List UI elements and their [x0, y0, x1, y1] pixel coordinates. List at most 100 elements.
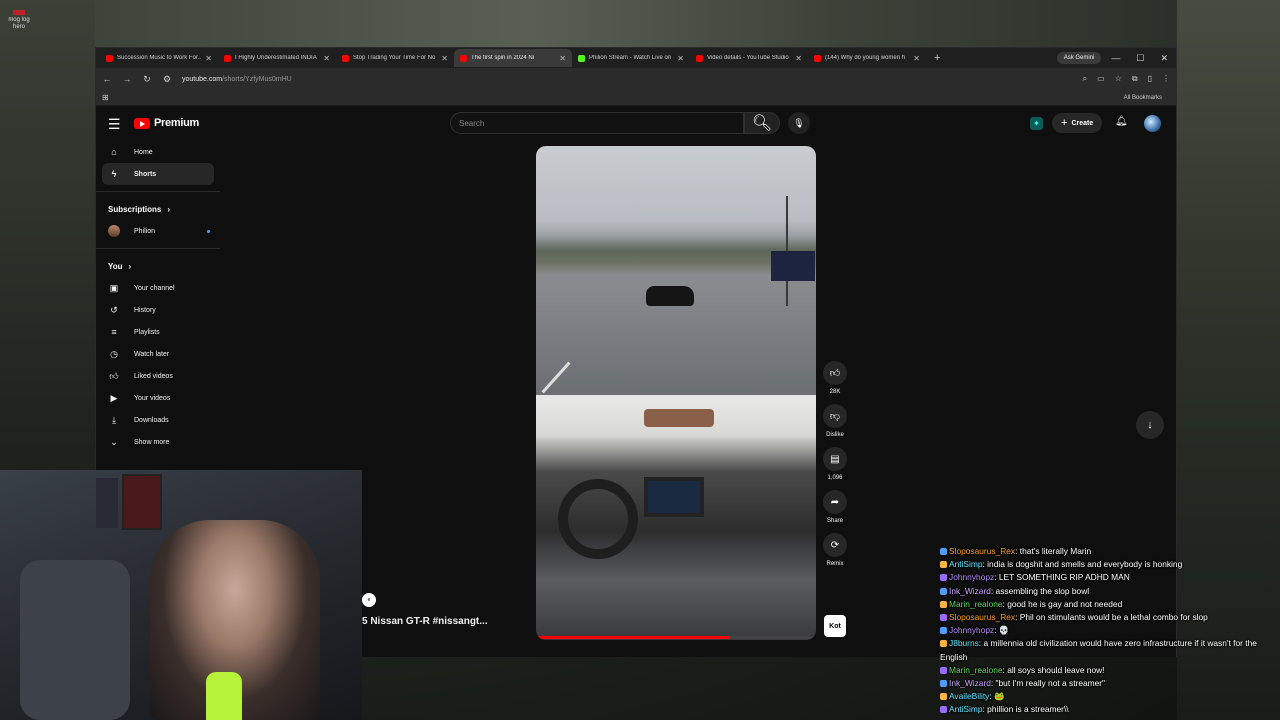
close-tab-icon[interactable]: ✕: [441, 54, 448, 63]
close-window-icon[interactable]: ✕: [1160, 53, 1168, 64]
window-controls: — ☐ ✕: [1111, 53, 1176, 64]
youtube-logo[interactable]: Premium: [134, 117, 199, 129]
sidebar-item-playlists[interactable]: ≡ Playlists: [96, 321, 220, 343]
tab-4[interactable]: Philion Stream - Watch Live on ✕: [572, 49, 690, 67]
back-icon[interactable]: ←: [102, 74, 112, 84]
tab-0[interactable]: Succession Music to Work For... ✕: [100, 49, 218, 67]
url-field[interactable]: youtube.com/shorts/YzfyMus0mHU: [182, 76, 1073, 83]
forward-icon[interactable]: →: [122, 74, 132, 84]
chat-username[interactable]: Johnnyhopz: [949, 572, 994, 582]
sound-thumbnail[interactable]: Kot: [824, 615, 846, 637]
next-short-button[interactable]: ↓: [1136, 411, 1164, 439]
thumbs-down-icon: 👎︎: [829, 411, 841, 422]
sidebar-item-home[interactable]: ⌂ Home: [96, 141, 220, 163]
tab-6[interactable]: (144) Why do young women h ✕: [808, 49, 926, 67]
share-arrow-icon: ➦: [830, 496, 840, 508]
close-tab-icon[interactable]: ✕: [559, 54, 566, 63]
chat-username[interactable]: AvaileBility: [949, 691, 989, 701]
zoom-icon[interactable]: ⌕: [1083, 74, 1087, 84]
arrow-down-icon: ↓: [1147, 419, 1153, 431]
account-avatar[interactable]: [1144, 115, 1161, 132]
chat-username[interactable]: Ink_Wizard: [949, 678, 991, 688]
sidebar-item-history[interactable]: ↺ History: [96, 299, 220, 321]
maximize-icon[interactable]: ☐: [1136, 53, 1144, 64]
sidebar-item-liked-videos[interactable]: 👍︎ Liked videos: [96, 365, 220, 387]
apps-grid-icon[interactable]: ⊞: [102, 93, 109, 102]
site-info-icon[interactable]: ⚙: [162, 74, 172, 85]
divider: [96, 248, 220, 249]
you-header[interactable]: You ›: [96, 255, 220, 277]
chat-username[interactable]: Marin_realone: [949, 665, 1003, 675]
chat-username[interactable]: Sloposaurus_Rex: [949, 612, 1015, 622]
playlists-icon: ≡: [111, 327, 117, 337]
menu-dots-icon[interactable]: ⋮: [1162, 74, 1170, 84]
close-tab-icon[interactable]: ✕: [205, 54, 212, 63]
chat-badge-icon: [940, 693, 947, 701]
sidepanel-icon[interactable]: ▯: [1148, 74, 1152, 84]
tab-5[interactable]: Video details - YouTube Studio ✕: [690, 49, 808, 67]
youtube-favicon-icon: [814, 54, 821, 62]
youtube-play-icon: [134, 117, 150, 129]
chat-message: Marin_realone: all soys should leave now…: [940, 664, 1278, 677]
tab-3-active[interactable]: The first spin in 2024 Ni ✕: [454, 49, 572, 67]
history-icon: ↺: [110, 304, 118, 315]
extension-icon[interactable]: ✦: [1030, 117, 1043, 130]
share-button[interactable]: ➦: [823, 490, 847, 514]
sidebar-item-downloads[interactable]: ⤓ Downloads: [96, 409, 220, 431]
close-tab-icon[interactable]: ✕: [913, 54, 920, 63]
sidebar-item-show-more[interactable]: ⌄ Show more: [96, 431, 220, 453]
chat-username[interactable]: AntiSimp: [949, 559, 983, 569]
sidebar-item-your-channel[interactable]: ▣ Your channel: [96, 277, 220, 299]
search-input[interactable]: Search: [450, 112, 744, 134]
chat-badge-icon: [940, 548, 947, 555]
extensions-icon[interactable]: ⧉: [1132, 74, 1138, 84]
chat-username[interactable]: Johnnyhopz: [949, 625, 994, 635]
sidebar-item-channel-philion[interactable]: Philion: [96, 220, 220, 242]
chat-username[interactable]: Marin_realone: [949, 599, 1003, 609]
sidebar-item-shorts[interactable]: ϟ Shorts: [102, 163, 214, 185]
ask-gemini-button[interactable]: Ask Gemini: [1056, 52, 1102, 64]
short-video-player[interactable]: [536, 146, 816, 640]
poster-shape: [96, 478, 118, 528]
like-action: 👍︎ 28K: [822, 361, 848, 404]
dislike-button[interactable]: 👎︎: [823, 404, 847, 428]
menu-icon[interactable]: ☰: [108, 116, 121, 133]
close-tab-icon[interactable]: ✕: [795, 54, 802, 63]
sidebar-item-watch-later[interactable]: ◷ Watch later: [96, 343, 220, 365]
sidebar-item-your-videos[interactable]: ▶ Your videos: [96, 387, 220, 409]
comments-button[interactable]: ▤: [823, 447, 847, 471]
stream-overlay-label: mog log hero: [4, 10, 34, 31]
minimize-icon[interactable]: —: [1111, 53, 1120, 64]
tab-2[interactable]: Stop Trading Your Time For No ✕: [336, 49, 454, 67]
chat-badge-icon: [940, 561, 947, 569]
close-tab-icon[interactable]: ✕: [677, 54, 684, 63]
short-title[interactable]: 5 Nissan GT-R #nissangt...: [362, 616, 488, 627]
chat-username[interactable]: AntiSimp: [949, 704, 983, 714]
chat-badge-icon: [940, 706, 947, 714]
webcam-overlay: [0, 470, 362, 720]
tab-1[interactable]: I Highly Underestimated INDIA ✕: [218, 49, 336, 67]
channel-chip[interactable]: e: [362, 593, 376, 607]
chat-username[interactable]: Sloposaurus_Rex: [949, 546, 1015, 556]
comment-icon: ▤: [830, 453, 840, 465]
cast-icon[interactable]: ▭: [1097, 74, 1105, 84]
subscriptions-header[interactable]: Subscriptions ›: [96, 198, 220, 220]
road-line-shape: [541, 361, 571, 394]
background-top: [95, 0, 1177, 47]
notifications-bell-icon[interactable]: 🔔︎: [1115, 116, 1128, 127]
chat-username[interactable]: J8burns: [949, 638, 979, 648]
bookmark-star-icon[interactable]: ☆: [1115, 74, 1122, 84]
create-button[interactable]: + Create: [1052, 113, 1103, 133]
new-tab-icon[interactable]: +: [926, 52, 948, 64]
all-bookmarks-link[interactable]: All Bookmarks: [1124, 95, 1162, 101]
search-button[interactable]: 🔍︎: [744, 112, 780, 134]
video-progress-bar[interactable]: [536, 636, 730, 639]
reload-icon[interactable]: ↻: [142, 74, 152, 85]
chat-text: 💀: [998, 625, 1010, 636]
close-tab-icon[interactable]: ✕: [323, 54, 330, 63]
chat-username[interactable]: Ink_Wizard: [949, 586, 991, 596]
voice-search-button[interactable]: 🎙︎: [788, 112, 810, 134]
youtube-favicon-icon: [342, 54, 349, 62]
like-button[interactable]: 👍︎: [823, 361, 847, 385]
remix-button[interactable]: ⟳: [823, 533, 847, 557]
